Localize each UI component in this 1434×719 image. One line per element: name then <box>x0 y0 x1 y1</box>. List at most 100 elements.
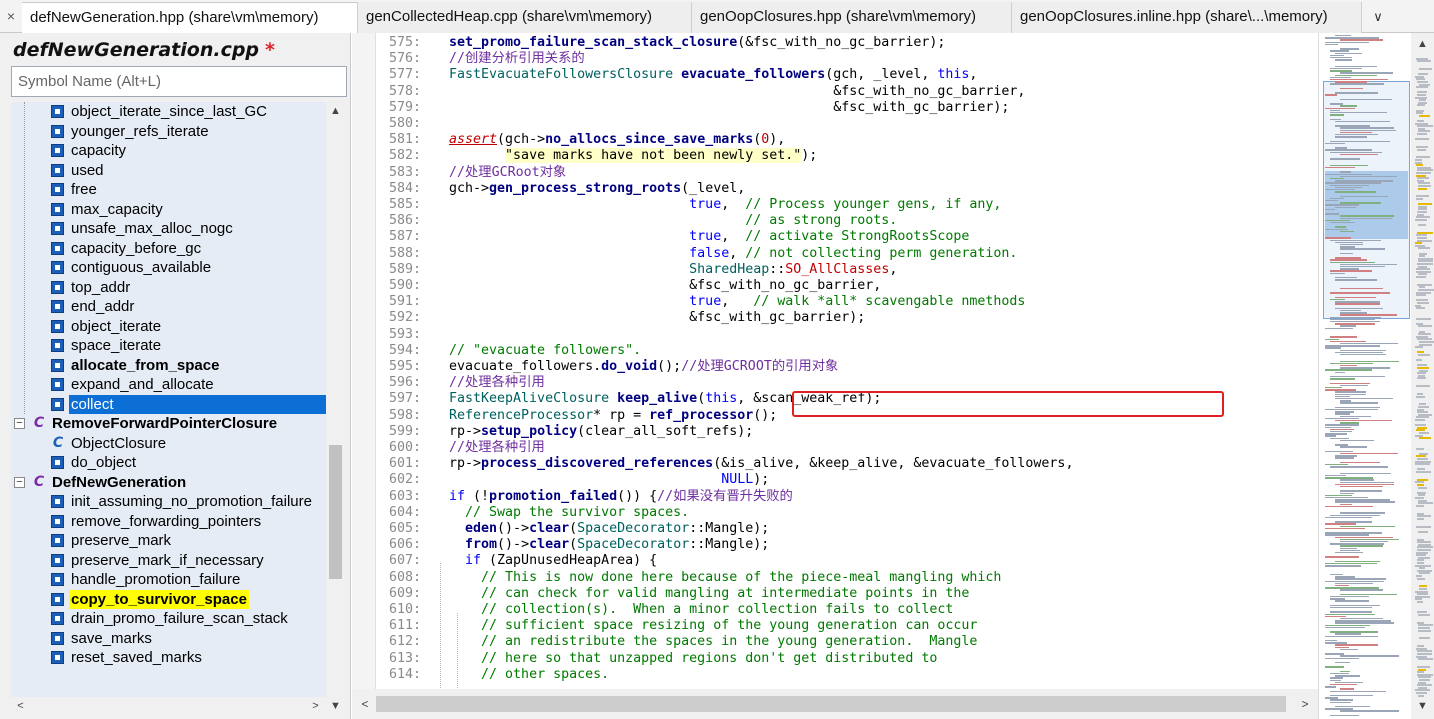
code-line[interactable]: 591: true, // walk *all* scavengable nme… <box>352 294 1318 310</box>
tree-member-node[interactable]: object_iterate <box>11 317 326 337</box>
code-line[interactable]: 587: true, // activate StrongRootsScope <box>352 229 1318 245</box>
tree-member-node[interactable]: collect <box>11 394 326 414</box>
tree-member-node[interactable]: used <box>11 161 326 181</box>
tree-member-node[interactable]: capacity <box>11 141 326 161</box>
tab-genoopclosures-hpp[interactable]: genOopClosures.hpp (share\vm\memory) <box>692 2 1012 33</box>
tree-member-node[interactable]: C ObjectClosure <box>11 434 326 454</box>
code-line[interactable]: 580: <box>352 116 1318 132</box>
tab-genoopclosures-inline-hpp[interactable]: genOopClosures.inline.hpp (share\...\mem… <box>1012 2 1362 33</box>
scroll-up-icon[interactable]: ▲ <box>1413 35 1432 54</box>
scroll-left-icon[interactable]: < <box>356 695 374 713</box>
code-line[interactable]: 590: &fsc_with_no_gc_barrier, <box>352 278 1318 294</box>
tab-list-dropdown-icon[interactable]: ∨ <box>1364 2 1392 32</box>
minimap-line <box>1330 376 1386 378</box>
tree-member-node[interactable]: younger_refs_iterate <box>11 122 326 142</box>
code-line[interactable]: 578: &fsc_with_no_gc_barrier, <box>352 84 1318 100</box>
code-editor[interactable]: 575: set_promo_failure_scan_stack_closure… <box>352 33 1318 689</box>
code-line[interactable]: 606: from()->clear(SpaceDecorator::Mangl… <box>352 537 1318 553</box>
code-line[interactable]: 594: // "evacuate followers". <box>352 343 1318 359</box>
code-line[interactable]: 575: set_promo_failure_scan_stack_closure… <box>352 35 1318 51</box>
scroll-down-icon[interactable]: ▼ <box>326 697 345 716</box>
code-line[interactable]: 610: // collection(s). When a minor coll… <box>352 602 1318 618</box>
scrollbar-overview-track[interactable] <box>1413 55 1434 697</box>
tree-class-node[interactable]: − C RemoveForwardPointerClosure <box>11 414 326 434</box>
code-line[interactable]: 595: evacuate_followers.do_void();//处理GCR… <box>352 359 1318 375</box>
minimap-line <box>1335 662 1351 664</box>
code-line[interactable]: 584: gch->gen_process_strong_roots(_level… <box>352 181 1318 197</box>
symbol-tree-vertical-scrollbar[interactable]: ▲ <box>326 102 345 697</box>
tree-member-node[interactable]: copy_to_survivor_space <box>11 589 326 609</box>
collapse-toggle-icon[interactable]: − <box>14 418 25 429</box>
tree-class-node[interactable]: − C DefNewGeneration <box>11 473 326 493</box>
scrollbar-thumb[interactable] <box>329 445 342 579</box>
editor-vertical-scrollbar[interactable]: ▲ ▼ <box>1411 33 1434 719</box>
tree-member-node[interactable]: free <box>11 180 326 200</box>
code-minimap[interactable] <box>1318 33 1411 719</box>
code-line[interactable]: 577: FastEvacuateFollowersClosure evacuat… <box>352 67 1318 83</box>
tree-member-node[interactable]: max_capacity <box>11 200 326 220</box>
code-line[interactable]: 611: // sufficient space resizing of the… <box>352 618 1318 634</box>
tree-member-node[interactable]: do_object <box>11 453 326 473</box>
scrollbar-thumb[interactable] <box>376 696 1286 712</box>
tree-member-node[interactable]: remove_forwarding_pointers <box>11 512 326 532</box>
tree-member-node[interactable]: object_iterate_since_last_GC <box>11 102 326 122</box>
tree-member-node[interactable]: end_addr <box>11 297 326 317</box>
scroll-down-icon[interactable]: ▼ <box>1413 697 1432 716</box>
code-line[interactable]: 602: NULL); <box>352 472 1318 488</box>
tree-member-node[interactable]: contiguous_available <box>11 258 326 278</box>
code-line[interactable]: 592: &fsc_with_gc_barrier); <box>352 310 1318 326</box>
tree-member-node[interactable]: drain_promo_failure_scan_stack <box>11 609 326 629</box>
code-line[interactable]: 588: false, // not collecting perm gener… <box>352 246 1318 262</box>
tree-member-node[interactable]: top_addr <box>11 278 326 298</box>
code-line[interactable]: 589: SharedHeap::SO_AllClasses, <box>352 262 1318 278</box>
tree-member-node[interactable]: space_iterate <box>11 336 326 356</box>
code-line[interactable]: 609: // can check for valid mangling at … <box>352 586 1318 602</box>
tree-member-node[interactable]: reset_saved_marks <box>11 648 326 668</box>
tree-member-node[interactable]: allocate_from_space <box>11 356 326 376</box>
tree-member-node[interactable]: preserve_mark <box>11 531 326 551</box>
tab-defnewgeneration-hpp[interactable]: defNewGeneration.hpp (share\vm\memory) <box>22 2 358 34</box>
code-line[interactable]: 593: <box>352 327 1318 343</box>
code-line[interactable]: 604: // Swap the survivor spaces. <box>352 505 1318 521</box>
code-line[interactable]: 608: // This is now done here because of… <box>352 570 1318 586</box>
code-line[interactable]: 576: //创建分析引用关系的 <box>352 51 1318 67</box>
code-line[interactable]: 579: &fsc_with_gc_barrier); <box>352 100 1318 116</box>
code-line[interactable]: 612: // an redistribute the spaces in th… <box>352 634 1318 650</box>
tree-member-node[interactable]: preserve_mark_if_necessary <box>11 551 326 571</box>
code-line[interactable]: 614: // other spaces. <box>352 667 1318 683</box>
minimap-line <box>1325 505 1373 508</box>
scroll-left-icon[interactable]: < <box>11 697 30 716</box>
collapse-toggle-icon[interactable]: − <box>14 476 25 488</box>
tree-member-node[interactable]: init_assuming_no_promotion_failure <box>11 492 326 512</box>
minimap-line <box>1330 103 1344 105</box>
tree-member-node[interactable]: unsafe_max_alloc_nogc <box>11 219 326 239</box>
symbol-search-input[interactable] <box>11 66 347 97</box>
code-line[interactable]: 601: rp->process_discovered_references(&i… <box>352 456 1318 472</box>
code-line[interactable]: 586: // as strong roots. <box>352 213 1318 229</box>
code-line[interactable]: 605: eden()->clear(SpaceDecorator::Mangl… <box>352 521 1318 537</box>
code-line[interactable]: 607: if (ZapUnusedHeapArea) { <box>352 553 1318 569</box>
annotation-highlight-box <box>792 391 1224 417</box>
method-icon <box>51 202 64 216</box>
code-line[interactable]: 596: //处理各种引用 <box>352 375 1318 391</box>
tree-member-node[interactable]: handle_promotion_failure <box>11 570 326 590</box>
tree-member-node[interactable]: save_marks <box>11 629 326 649</box>
close-tab-icon[interactable]: × <box>2 6 20 26</box>
minimap-line <box>1335 413 1350 415</box>
code-line[interactable]: 613: // here so that unzapped regions do… <box>352 651 1318 667</box>
scroll-right-icon[interactable]: > <box>1296 695 1314 713</box>
tree-member-node[interactable]: capacity_before_gc <box>11 239 326 259</box>
tree-member-node[interactable]: expand_and_allocate <box>11 375 326 395</box>
tab-gencollectedheap-cpp[interactable]: genCollectedHeap.cpp (share\vm\memory) <box>358 2 692 33</box>
code-line[interactable]: 600: //处理各种引用 <box>352 440 1318 456</box>
scroll-up-icon[interactable]: ▲ <box>326 102 345 121</box>
editor-horizontal-scrollbar[interactable]: < > <box>352 689 1318 719</box>
code-line[interactable]: 582: "save marks have not been newly set… <box>352 148 1318 164</box>
code-line[interactable]: 583: //处理GCRoot对象 <box>352 165 1318 181</box>
symbol-tree-horizontal-scrollbar[interactable]: < > ▼ <box>11 697 345 716</box>
code-line[interactable]: 585: true, // Process younger gens, if a… <box>352 197 1318 213</box>
scroll-right-icon[interactable]: > <box>306 697 325 716</box>
code-line[interactable]: 581: assert(gch->no_allocs_since_save_mar… <box>352 132 1318 148</box>
code-line[interactable]: 603: if (!promotion_failed()) {//如果没有晋升失败… <box>352 489 1318 505</box>
code-line[interactable]: 599: rp->setup_policy(clear_all_soft_refs… <box>352 424 1318 440</box>
